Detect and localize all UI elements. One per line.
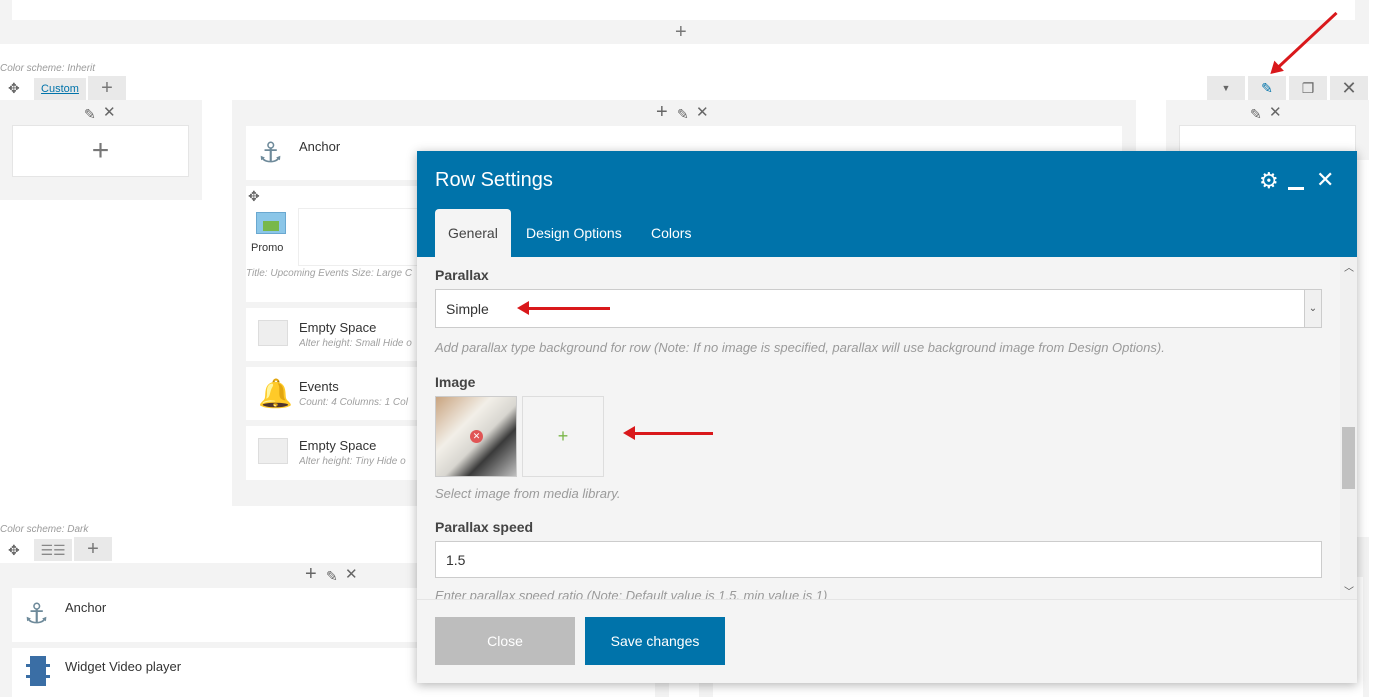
move-icon[interactable]: ✥ bbox=[248, 188, 260, 204]
clone-icon: ❐ bbox=[1301, 79, 1315, 96]
bell-icon: 🔔 bbox=[258, 378, 293, 409]
promo-sub: Title: Upcoming Events Size: Large C bbox=[246, 268, 413, 279]
scroll-up-icon[interactable]: ︿ bbox=[1344, 259, 1354, 274]
parallax-speed-help: Enter parallax speed ratio (Note: Defaul… bbox=[435, 588, 828, 599]
add-column-button[interactable]: + bbox=[74, 537, 112, 561]
remove-image-icon[interactable]: ✕ bbox=[470, 430, 483, 443]
column-edit-pencil-icon[interactable]: ✎ bbox=[84, 106, 96, 122]
close-button[interactable]: Close bbox=[435, 617, 575, 665]
modal-scrollbar[interactable]: ︿ ﹀ bbox=[1340, 257, 1357, 599]
minimize-icon[interactable] bbox=[1288, 187, 1304, 190]
row-settings-modal: Row Settings ⚙ ✕ General Design Options … bbox=[417, 151, 1357, 683]
element-title: Anchor bbox=[299, 139, 341, 154]
move-icon[interactable]: ✥ bbox=[8, 80, 20, 96]
anchor-icon: ⚓ bbox=[24, 598, 50, 629]
modal-title: Row Settings bbox=[435, 169, 553, 191]
tab-colors[interactable]: Colors bbox=[638, 209, 704, 257]
row-clone-button[interactable]: ❐ bbox=[1289, 76, 1327, 100]
layout-columns-button[interactable]: ☰☰ bbox=[34, 539, 72, 561]
film-icon bbox=[26, 656, 50, 686]
modal-footer: Close Save changes bbox=[417, 599, 1357, 683]
column-add-plus-icon[interactable]: + bbox=[656, 102, 668, 122]
add-image-button[interactable]: + bbox=[522, 396, 604, 477]
row-toggle-button[interactable]: ▼ bbox=[1207, 76, 1245, 100]
parallax-speed-input[interactable] bbox=[435, 541, 1322, 578]
parallax-help: Add parallax type background for row (No… bbox=[435, 340, 1165, 355]
gear-icon[interactable]: ⚙ bbox=[1259, 168, 1279, 194]
color-scheme-label-2: Color scheme: Dark bbox=[0, 524, 89, 535]
close-icon: ✕ bbox=[1341, 77, 1357, 98]
column-delete-icon[interactable]: ✕ bbox=[696, 105, 709, 121]
annotation-arrow-parallax bbox=[517, 301, 610, 315]
row-edit-button[interactable]: ✎ bbox=[1248, 76, 1286, 100]
custom-layout-link[interactable]: Custom bbox=[34, 78, 86, 100]
column-left: ✎ ✕ + bbox=[0, 100, 202, 200]
tab-general[interactable]: General bbox=[435, 209, 511, 257]
parallax-speed-label: Parallax speed bbox=[435, 519, 534, 535]
row2-controls: ✥ ☰☰ + bbox=[0, 537, 115, 561]
row-delete-button[interactable]: ✕ bbox=[1330, 76, 1368, 100]
tab-design-options[interactable]: Design Options bbox=[513, 209, 635, 257]
promo-image-icon bbox=[256, 212, 286, 234]
column-edit-pencil-icon[interactable]: ✎ bbox=[1250, 106, 1262, 122]
column-delete-icon[interactable]: ✕ bbox=[345, 567, 358, 583]
plus-icon: + bbox=[557, 426, 569, 446]
move-icon[interactable]: ✥ bbox=[8, 542, 20, 558]
column-delete-icon[interactable]: ✕ bbox=[103, 105, 116, 121]
color-scheme-label: Color scheme: Inherit bbox=[0, 63, 96, 74]
column-edit-pencil-icon[interactable]: ✎ bbox=[677, 106, 689, 122]
column-edit-pencil-icon[interactable]: ✎ bbox=[326, 568, 338, 584]
promo-label: Promo bbox=[251, 242, 284, 254]
column-add-plus-icon[interactable]: + bbox=[305, 564, 317, 584]
empty-column-add[interactable]: + bbox=[12, 125, 189, 177]
empty-space-icon bbox=[258, 320, 288, 346]
top-section: + bbox=[0, 0, 1369, 44]
scroll-thumb[interactable] bbox=[1342, 427, 1355, 489]
image-help: Select image from media library. bbox=[435, 486, 621, 501]
add-column-button[interactable]: + bbox=[88, 76, 126, 100]
empty-space-icon bbox=[258, 438, 288, 464]
modal-header: Row Settings ⚙ ✕ General Design Options … bbox=[417, 151, 1357, 257]
row-controls-left: ✥ Custom + bbox=[0, 76, 130, 100]
annotation-arrow-image bbox=[623, 426, 713, 440]
image-label: Image bbox=[435, 374, 476, 390]
close-icon[interactable]: ✕ bbox=[1316, 167, 1334, 193]
selected-image-thumbnail[interactable]: ✕ bbox=[435, 396, 517, 477]
scroll-down-icon[interactable]: ﹀ bbox=[1344, 583, 1354, 598]
anchor-icon: ⚓ bbox=[258, 137, 284, 168]
plus-icon: + bbox=[91, 134, 110, 167]
pencil-icon: ✎ bbox=[1261, 79, 1273, 96]
chevron-down-icon: ⌄ bbox=[1304, 290, 1321, 327]
parallax-select-value: Simple bbox=[446, 301, 489, 317]
add-row-plus-icon[interactable]: + bbox=[675, 22, 687, 42]
chevron-down-icon: ▼ bbox=[1221, 83, 1231, 93]
save-changes-button[interactable]: Save changes bbox=[585, 617, 725, 665]
parallax-label: Parallax bbox=[435, 267, 489, 283]
column-delete-icon[interactable]: ✕ bbox=[1269, 105, 1282, 121]
